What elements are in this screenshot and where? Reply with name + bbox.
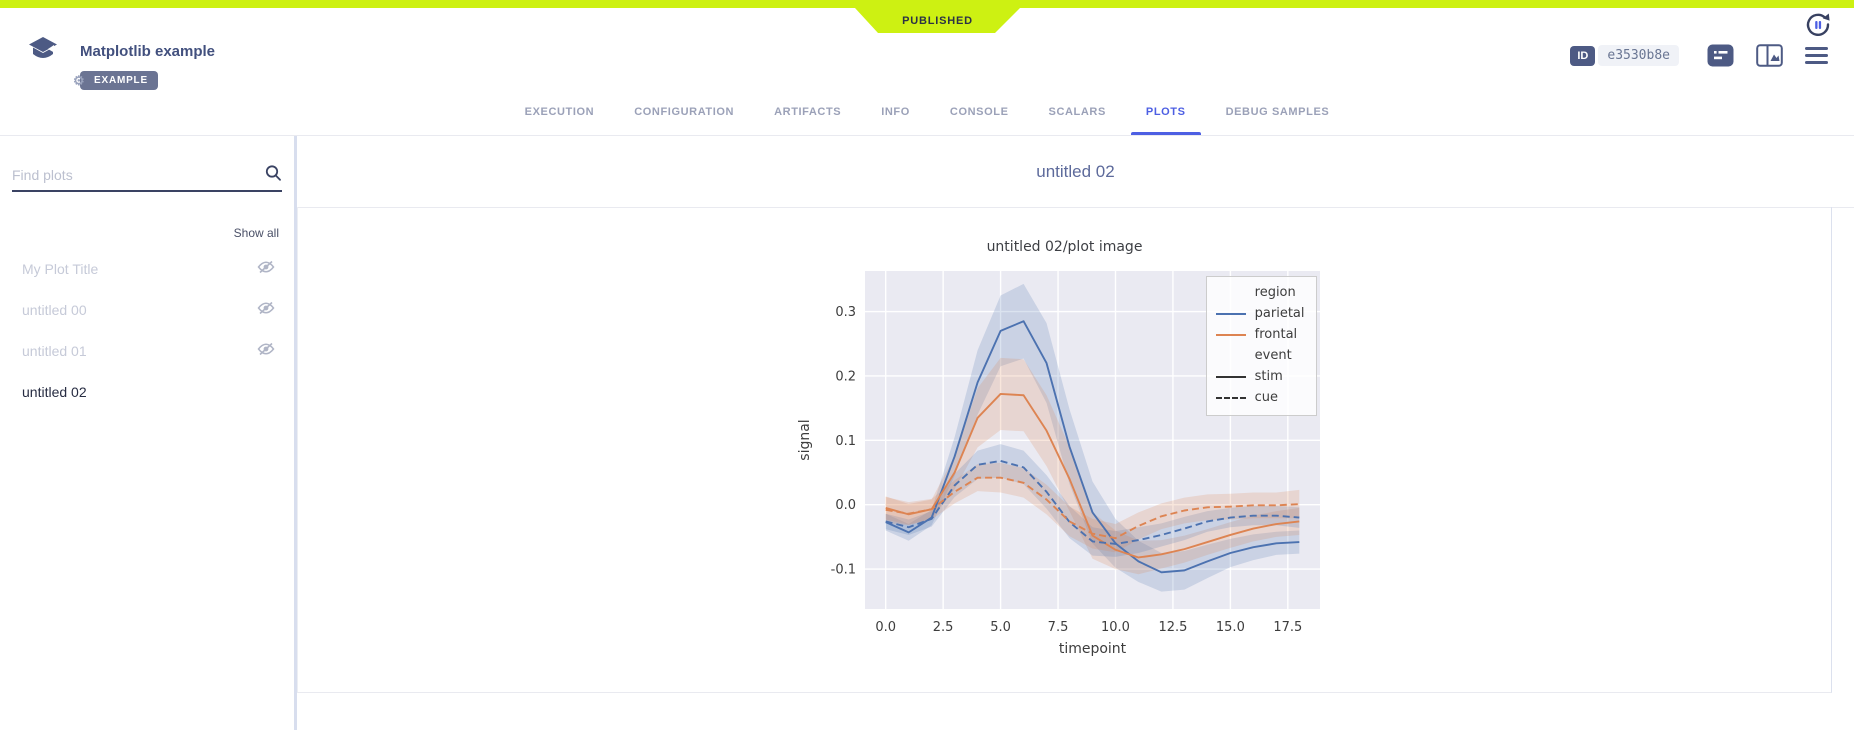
- svg-text:17.5: 17.5: [1273, 620, 1302, 635]
- legend-line-sample: [1216, 313, 1246, 315]
- legend-label: parietal: [1255, 306, 1305, 321]
- status-badge-label: PUBLISHED: [902, 15, 973, 27]
- sidebar-plot-item[interactable]: untitled 02: [0, 371, 294, 412]
- example-tag-label: EXAMPLE: [94, 75, 148, 86]
- plots-content: untitled 02 untitled 02/plot image -0.1 0…: [297, 136, 1854, 730]
- plot-list: My Plot Title untitled 00 untitled 01 untit…: [0, 248, 294, 412]
- metric-group-heading: untitled 02: [297, 162, 1854, 182]
- gear-icon: ⚙: [73, 73, 85, 89]
- sidebar-plot-item[interactable]: My Plot Title: [0, 248, 294, 289]
- show-all-link[interactable]: Show all: [234, 226, 279, 240]
- svg-text:timepoint: timepoint: [1058, 641, 1126, 657]
- plot-item-label: untitled 02: [22, 384, 87, 400]
- legend-label: cue: [1255, 390, 1278, 405]
- detail-tabs: EXECUTION CONFIGURATION ARTIFACTS INFO CONSO…: [0, 88, 1854, 136]
- experiment-id[interactable]: ID e3530b8e: [1570, 45, 1679, 66]
- tab-configuration[interactable]: CONFIGURATION: [632, 88, 736, 135]
- tab-info[interactable]: INFO: [879, 88, 912, 135]
- svg-text:0.2: 0.2: [835, 369, 856, 384]
- hidden-eye-icon[interactable]: [257, 342, 275, 359]
- svg-text:0.3: 0.3: [835, 305, 856, 320]
- svg-text:10.0: 10.0: [1101, 620, 1130, 635]
- legend-label: stim: [1255, 369, 1283, 384]
- legend-entry: parietal: [1216, 303, 1305, 324]
- legend-entry: stim: [1216, 366, 1305, 387]
- search-input[interactable]: [12, 167, 264, 183]
- legend-entry: frontal: [1216, 324, 1305, 345]
- tab-console[interactable]: CONSOLE: [948, 88, 1011, 135]
- legend-line-sample: [1216, 376, 1246, 378]
- tab-execution[interactable]: EXECUTION: [523, 88, 597, 135]
- svg-text:5.0: 5.0: [990, 620, 1011, 635]
- svg-text:12.5: 12.5: [1158, 620, 1187, 635]
- svg-text:0.1: 0.1: [835, 434, 856, 449]
- hidden-eye-icon[interactable]: [257, 260, 275, 277]
- line-chart[interactable]: -0.1 0.0 0.1 0.2 0.3 0.0 2.5 5.0 7.5 10.0 12.5 15.0…: [785, 261, 1345, 666]
- menu-icon[interactable]: [1805, 47, 1828, 64]
- legend-entry: event: [1216, 345, 1305, 366]
- plots-sidebar: Show all My Plot Title untitled 00 untitle…: [0, 136, 297, 730]
- legend-line-sample: [1216, 334, 1246, 336]
- plot-item-label: untitled 00: [22, 302, 87, 318]
- svg-text:7.5: 7.5: [1047, 620, 1068, 635]
- id-value: e3530b8e: [1598, 45, 1679, 66]
- legend-label: event: [1255, 348, 1292, 363]
- auto-refresh-icon[interactable]: [1804, 11, 1832, 39]
- tab-plots[interactable]: PLOTS: [1144, 88, 1188, 135]
- tab-artifacts[interactable]: ARTIFACTS: [772, 88, 843, 135]
- legend-label: region: [1255, 285, 1296, 300]
- tab-debug-samples[interactable]: DEBUG SAMPLES: [1224, 88, 1332, 135]
- top-accent-bar: [0, 0, 1854, 8]
- hidden-eye-icon[interactable]: [257, 301, 275, 318]
- svg-text:-0.1: -0.1: [830, 563, 855, 578]
- plot-title: untitled 02/plot image: [785, 239, 1345, 255]
- sidebar-plot-item[interactable]: untitled 01: [0, 330, 294, 371]
- tab-scalars[interactable]: SCALARS: [1047, 88, 1108, 135]
- sidebar-plot-item[interactable]: untitled 00: [0, 289, 294, 330]
- plot-item-label: My Plot Title: [22, 261, 98, 277]
- legend-label: frontal: [1255, 327, 1298, 342]
- search-icon[interactable]: [264, 164, 282, 187]
- svg-text:signal: signal: [797, 419, 813, 460]
- plot-panel: untitled 02/plot image -0.1 0.0 0.1 0.2 0.3 0…: [297, 207, 1832, 693]
- svg-text:15.0: 15.0: [1215, 620, 1244, 635]
- plot-item-label: untitled 01: [22, 343, 87, 359]
- experiment-type-icon: [28, 36, 58, 69]
- status-badge: PUBLISHED: [855, 8, 1020, 33]
- legend-entry: region: [1216, 282, 1305, 303]
- experiment-title: Matplotlib example: [80, 43, 215, 60]
- legend-entry: cue: [1216, 387, 1305, 408]
- legend-line-sample: [1216, 397, 1246, 399]
- find-plots-search: [12, 160, 282, 192]
- svg-text:2.5: 2.5: [932, 620, 953, 635]
- chart-legend: region parietal frontal event stim cue: [1206, 276, 1317, 416]
- svg-text:0.0: 0.0: [875, 620, 896, 635]
- side-panel-chart-icon[interactable]: [1756, 44, 1783, 67]
- svg-text:0.0: 0.0: [835, 498, 856, 513]
- details-report-icon[interactable]: [1707, 44, 1734, 67]
- id-badge: ID: [1570, 46, 1595, 66]
- plot-figure[interactable]: untitled 02/plot image -0.1 0.0 0.1 0.2 0.3 0…: [785, 239, 1345, 666]
